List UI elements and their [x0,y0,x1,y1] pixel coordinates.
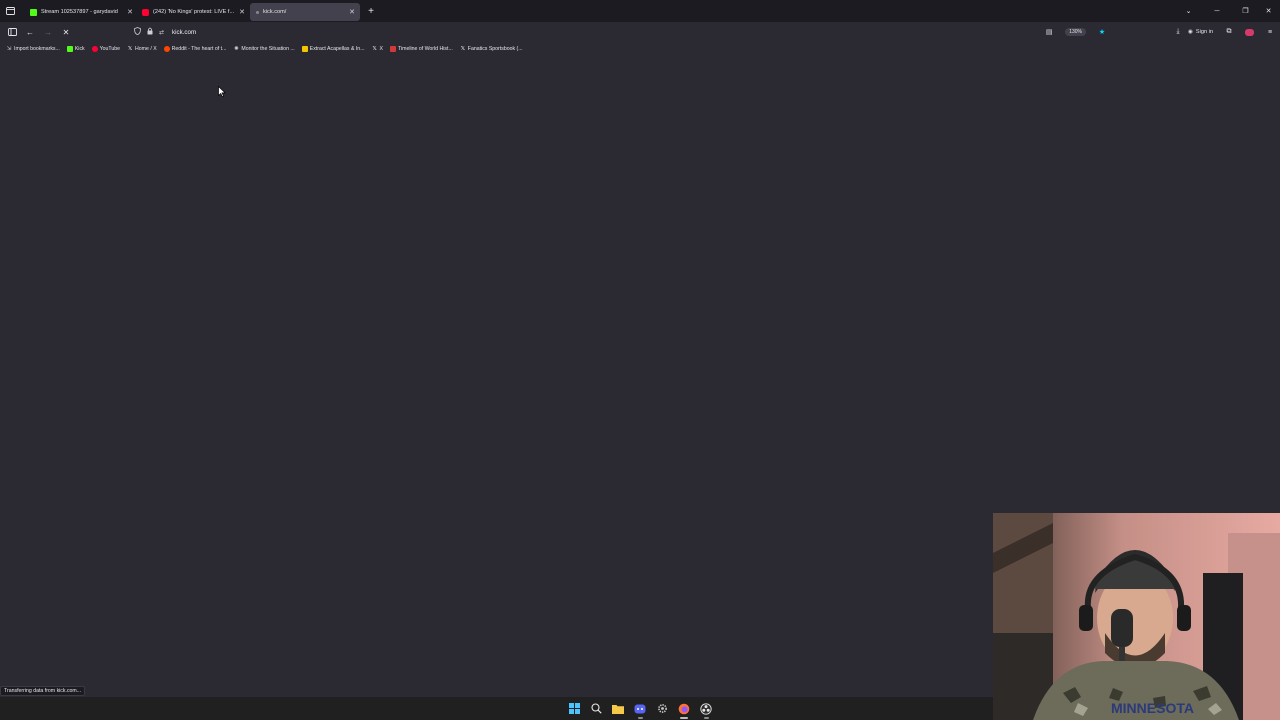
bookmarks-toolbar: ⇲ Import bookmarks... Kick YouTube 𝕏 Hom… [0,42,1280,56]
bookmark-label: Kick [74,46,85,52]
zoom-level-badge[interactable]: 130% [1065,28,1086,36]
bookmark-label: Extract Acapellas & In... [309,46,365,52]
lalal-icon [301,46,308,52]
sidebar-icon[interactable] [3,22,21,42]
lock-icon[interactable] [147,27,153,37]
mouse-cursor-icon [218,85,227,103]
stop-loading-icon[interactable]: ✕ [57,22,75,42]
search-icon[interactable] [585,698,607,720]
extension-badge-icon[interactable] [1245,28,1254,36]
bookmark-fanatics[interactable]: 𝕏 Fanatics Sportsbook (... [460,46,523,52]
bookmark-star-icon[interactable]: ★ [1092,28,1112,36]
loading-dot-icon [256,10,259,14]
close-icon[interactable]: ✕ [126,8,134,16]
navigation-toolbar: ← → ✕ ⇄ kick.com ▤ 130% ★ ⤓ ◉ Sign in ⧉ … [0,22,1280,42]
bookmark-timeline[interactable]: Timeline of World Hist... [390,46,453,52]
bookmark-label: Fanatics Sportsbook (... [467,46,523,52]
file-explorer-icon[interactable] [607,698,629,720]
tab-stream[interactable]: Stream 102537897 - garydavid ✕ [26,3,138,21]
kick-icon [66,46,73,52]
bookmark-x[interactable]: 𝕏 X [372,46,383,52]
youtube-favicon-icon [142,8,149,16]
permissions-icon[interactable]: ⇄ [159,29,164,36]
firefox-icon[interactable] [673,698,695,720]
window-controls: ⌄ ─ ❐ ✕ [1177,0,1280,22]
bookmark-reddit[interactable]: Reddit - The heart of t... [163,46,227,52]
import-icon: ⇲ [6,46,12,52]
tab-title: (242) 'No Kings' protest: LIVE f... [153,9,235,15]
tab-strip: Stream 102537897 - garydavid ✕ (242) 'No… [0,0,1280,22]
x-icon: 𝕏 [127,46,133,52]
account-icon: ◉ [1188,29,1193,35]
bookmark-label: Reddit - The heart of t... [171,46,227,52]
discord-icon[interactable] [629,698,651,720]
bookmark-label: Timeline of World Hist... [398,46,453,52]
reddit-icon [163,46,170,52]
bookmark-label: Import bookmarks... [14,46,60,52]
bookmark-label: Monitor the Situation ... [241,46,295,52]
kick-favicon-icon [30,8,37,16]
account-signin-button[interactable]: ◉ Sign in [1188,29,1213,35]
x-icon: 𝕏 [372,46,377,52]
signin-label: Sign in [1195,29,1213,35]
bookmark-youtube[interactable]: YouTube [91,46,121,52]
bookmark-import[interactable]: ⇲ Import bookmarks... [6,46,60,52]
settings-gear-icon[interactable] [651,698,673,720]
close-icon[interactable]: ✕ [348,8,356,16]
bookmark-home-x[interactable]: 𝕏 Home / X [127,46,157,52]
tab-title: kick.com/ [263,9,287,15]
bookmark-label: Home / X [135,46,157,52]
youtube-icon [91,46,98,52]
forward-icon[interactable]: → [39,22,57,42]
bookmark-monitor[interactable]: ✺ Monitor the Situation ... [233,46,295,52]
extensions-icon[interactable]: ⧉ [1219,28,1239,36]
monitor-icon: ✺ [234,46,239,52]
bookmark-label: YouTube [99,46,121,52]
tab-title: Stream 102537897 - garydavid [41,9,118,15]
firefox-view-icon[interactable] [0,0,20,22]
close-window-icon[interactable]: ✕ [1257,7,1280,15]
url-bar[interactable]: ⇄ kick.com [134,24,1134,40]
tracking-protection-icon[interactable] [134,27,141,37]
new-tab-button[interactable]: + [362,6,380,17]
downloads-icon[interactable]: ⤓ [1168,28,1188,36]
windows-start-icon[interactable] [563,698,585,720]
x-icon: 𝕏 [460,46,465,52]
toolbar-right: ▤ 130% ★ ⤓ ◉ Sign in ⧉ ≡ [1039,22,1280,42]
close-icon[interactable]: ✕ [238,8,246,16]
hoodie-text: MINNESOTA [1111,700,1194,716]
bookmark-lalal[interactable]: Extract Acapellas & In... [301,46,365,52]
list-all-tabs-icon[interactable]: ⌄ [1177,7,1200,15]
back-icon[interactable]: ← [21,22,39,42]
webcam-overlay: MINNESOTA [993,513,1280,720]
reader-view-icon[interactable]: ▤ [1039,28,1059,36]
status-panel: Transferring data from kick.com... [0,686,86,696]
menu-icon[interactable]: ≡ [1260,29,1280,36]
bookmark-kick[interactable]: Kick [66,46,85,52]
tab-youtube[interactable]: (242) 'No Kings' protest: LIVE f... ✕ [138,3,250,21]
bookmark-label: X [379,46,383,52]
url-text: kick.com [172,28,197,36]
timeline-icon [390,46,396,52]
minimize-icon[interactable]: ─ [1200,8,1234,15]
obs-studio-icon[interactable] [695,698,717,720]
tab-kick[interactable]: kick.com/ ✕ [250,3,360,21]
restore-icon[interactable]: ❐ [1234,7,1257,15]
